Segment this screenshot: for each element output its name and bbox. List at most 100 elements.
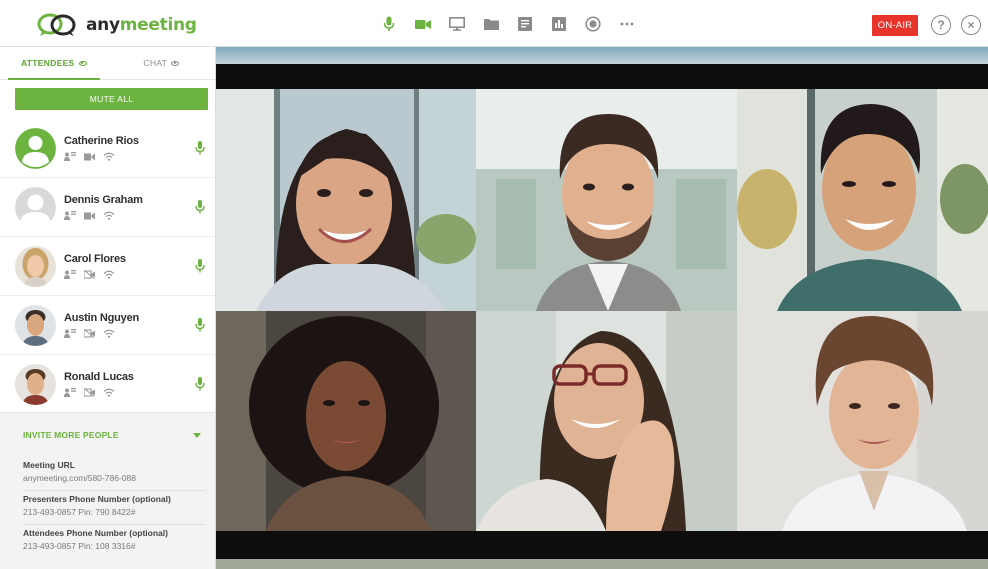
presenters-phone-value[interactable]: 213-493-0857 Pin: 790 8422# [23, 506, 206, 519]
notes-button[interactable] [508, 13, 542, 35]
microphone-icon [383, 16, 395, 31]
video-grid [216, 89, 988, 531]
screen-share-button[interactable] [440, 13, 474, 35]
participant-video [737, 311, 988, 531]
carol-flores-photo [15, 245, 56, 287]
meeting-url-block: Meeting URL anymeeting.com/580-786-088 [23, 457, 206, 491]
user-avatar-icon [15, 186, 56, 228]
participant-video [476, 311, 737, 531]
video-camera-icon [415, 19, 431, 29]
tab-attendees-label: ATTENDEES [20, 58, 75, 68]
attendee-info: Ronald Lucas [64, 371, 134, 397]
attendee-row[interactable]: Catherine Rios [0, 119, 215, 178]
attendee-name: Austin Nguyen [64, 312, 140, 324]
more-icon [620, 22, 634, 26]
sidebar: ATTENDEES CHAT MUTE ALL Catherine Rios D… [0, 47, 216, 569]
user-avatar-icon [15, 127, 56, 169]
presenter-icon [64, 388, 76, 397]
video-stage [216, 47, 988, 569]
info-label: Attendees Phone Number (optional) [23, 528, 168, 538]
meeting-url-value[interactable]: anymeeting.com/580-786-088 [23, 472, 206, 485]
microphone-icon[interactable] [195, 259, 205, 273]
tab-chat[interactable]: CHAT [108, 47, 216, 79]
chevron-down-icon[interactable] [193, 432, 201, 438]
attendees-phone-block: Attendees Phone Number (optional) 213-49… [23, 525, 206, 558]
more-options-button[interactable] [610, 13, 644, 35]
close-icon[interactable]: × [961, 15, 981, 35]
microphone-icon[interactable] [195, 377, 205, 391]
microphone-icon[interactable] [195, 318, 205, 332]
presenter-icon [64, 152, 76, 161]
attendee-row[interactable]: Austin Nguyen [0, 296, 215, 355]
record-button[interactable] [576, 13, 610, 35]
tab-attendees[interactable]: ATTENDEES [0, 47, 108, 80]
participant-video [476, 89, 737, 311]
attendee-info: Austin Nguyen [64, 312, 139, 338]
attendee-name: Ronald Lucas [64, 371, 134, 383]
video-button[interactable] [406, 13, 440, 35]
attendee-info: Dennis Graham [64, 194, 143, 220]
microphone-button[interactable] [372, 13, 406, 35]
attendee-info: Catherine Rios [64, 135, 139, 161]
attendee-status-icons [64, 211, 143, 220]
presenters-phone-block: Presenters Phone Number (optional) 213-4… [23, 491, 206, 525]
participant-video [216, 311, 476, 531]
anymeeting-app: anymeeting ON-AIR ? × ATTENDEES CHAT MUT… [0, 0, 988, 569]
avatar [15, 186, 56, 228]
participant-video [737, 89, 988, 311]
attendee-status-icons [64, 388, 134, 397]
ronald-lucas-photo [15, 363, 56, 405]
sidebar-tabs: ATTENDEES CHAT [0, 47, 215, 80]
top-bar: anymeeting ON-AIR ? × [0, 0, 988, 47]
attendee-status-icons [64, 270, 126, 279]
avatar [15, 245, 56, 287]
letterbox-top [216, 64, 988, 89]
letterbox-bottom [216, 531, 988, 559]
attendee-list: Catherine Rios Dennis Graham Carol Flore… [0, 119, 215, 414]
microphone-icon[interactable] [195, 141, 205, 155]
wifi-icon [103, 152, 115, 161]
attendees-phone-value[interactable]: 213-493-0857 Pin: 108 3316# [23, 540, 206, 553]
screen-share-icon [449, 17, 465, 31]
info-label: Meeting URL [23, 460, 75, 470]
attendee-row[interactable]: Dennis Graham [0, 178, 215, 237]
attendee-status-icons [64, 329, 139, 338]
video-tile[interactable] [476, 311, 737, 531]
video-tile[interactable] [737, 89, 988, 311]
video-tile[interactable] [737, 311, 988, 531]
logo-text-meeting: meeting [119, 15, 197, 35]
attendee-name: Dennis Graham [64, 194, 143, 206]
info-label: Presenters Phone Number (optional) [23, 494, 171, 504]
notes-icon [518, 17, 532, 31]
mute-all-button[interactable]: MUTE ALL [15, 88, 208, 110]
invite-more-people-toggle[interactable]: INVITE MORE PEOPLE [0, 413, 215, 457]
meeting-toolbar [372, 13, 644, 35]
anymeeting-logo[interactable]: anymeeting [36, 12, 197, 38]
attendee-name: Carol Flores [64, 253, 126, 265]
invite-header-label: INVITE MORE PEOPLE [23, 430, 119, 440]
wifi-icon [103, 329, 115, 338]
poll-button[interactable] [542, 13, 576, 35]
files-button[interactable] [474, 13, 508, 35]
logo-speech-bubbles-icon [37, 13, 76, 36]
help-icon[interactable]: ? [931, 15, 951, 35]
eye-icon [78, 60, 87, 66]
stage-bottom-strip [216, 559, 988, 569]
on-air-button[interactable]: ON-AIR [872, 15, 918, 36]
wifi-icon [103, 211, 115, 220]
invite-panel: INVITE MORE PEOPLE Meeting URL anymeetin… [0, 412, 215, 569]
wifi-icon [103, 388, 115, 397]
microphone-icon[interactable] [195, 200, 205, 214]
poll-chart-icon [552, 17, 566, 31]
folder-icon [483, 19, 499, 30]
video-tile[interactable] [216, 89, 476, 311]
stage-top-strip [216, 47, 988, 64]
austin-nguyen-photo [15, 304, 56, 346]
attendee-row[interactable]: Carol Flores [0, 237, 215, 296]
eye-icon [171, 60, 180, 66]
attendee-status-icons [64, 152, 139, 161]
wifi-icon [103, 270, 115, 279]
video-tile[interactable] [476, 89, 737, 311]
attendee-row[interactable]: Ronald Lucas [0, 355, 215, 414]
video-tile[interactable] [216, 311, 476, 531]
